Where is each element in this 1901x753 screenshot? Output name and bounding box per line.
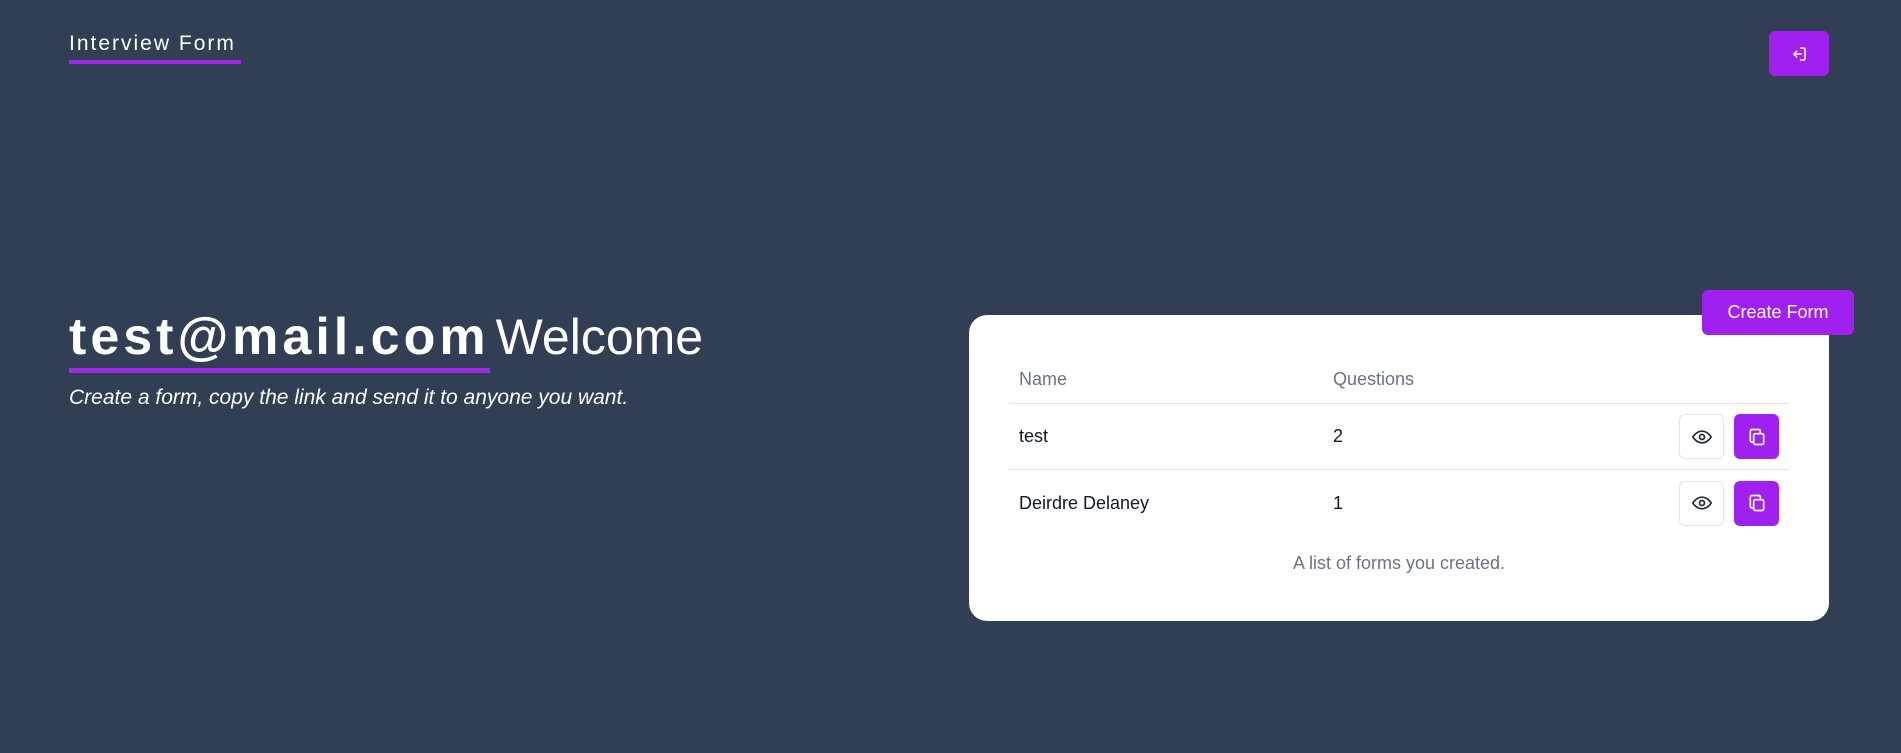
table-row: test 2	[1009, 404, 1789, 470]
column-header-name: Name	[1019, 368, 1068, 389]
hero-heading: test@mail.com Welcome	[69, 308, 703, 373]
forms-card: Name Questions test 2 Deirdre Delaney 1 …	[969, 315, 1829, 621]
form-name: Deirdre Delaney	[1019, 492, 1150, 513]
copy-link-button[interactable]	[1734, 480, 1779, 526]
form-name: test	[1019, 426, 1049, 446]
eye-icon	[1691, 429, 1712, 444]
table-row: Deirdre Delaney 1	[1009, 470, 1789, 536]
brand-title[interactable]: Interview Form	[69, 32, 241, 64]
form-questions-count: 2	[1333, 426, 1344, 446]
table-caption: A list of forms you created.	[1292, 553, 1506, 573]
table-header: Name Questions	[1009, 355, 1789, 404]
eye-icon	[1691, 496, 1712, 510]
form-questions-count: 1	[1333, 492, 1344, 513]
logout-icon	[1793, 46, 1806, 61]
hero-subtitle: Create a form, copy the link and send it…	[69, 386, 629, 409]
welcome-text: Welcome	[495, 309, 704, 365]
copy-link-button[interactable]	[1734, 414, 1779, 459]
copy-icon	[1749, 428, 1764, 445]
forms-table: Name Questions test 2 Deirdre Delaney 1	[1009, 355, 1789, 536]
create-form-button[interactable]: Create Form	[1702, 290, 1854, 335]
copy-icon	[1749, 494, 1764, 512]
user-email: test@mail.com	[69, 308, 490, 373]
view-form-button[interactable]	[1679, 414, 1724, 459]
page: Interview Form test@mail.com Welcome Cre…	[0, 0, 1901, 753]
view-form-button[interactable]	[1679, 480, 1724, 526]
column-header-questions: Questions	[1333, 368, 1415, 389]
logout-button[interactable]	[1769, 31, 1829, 76]
